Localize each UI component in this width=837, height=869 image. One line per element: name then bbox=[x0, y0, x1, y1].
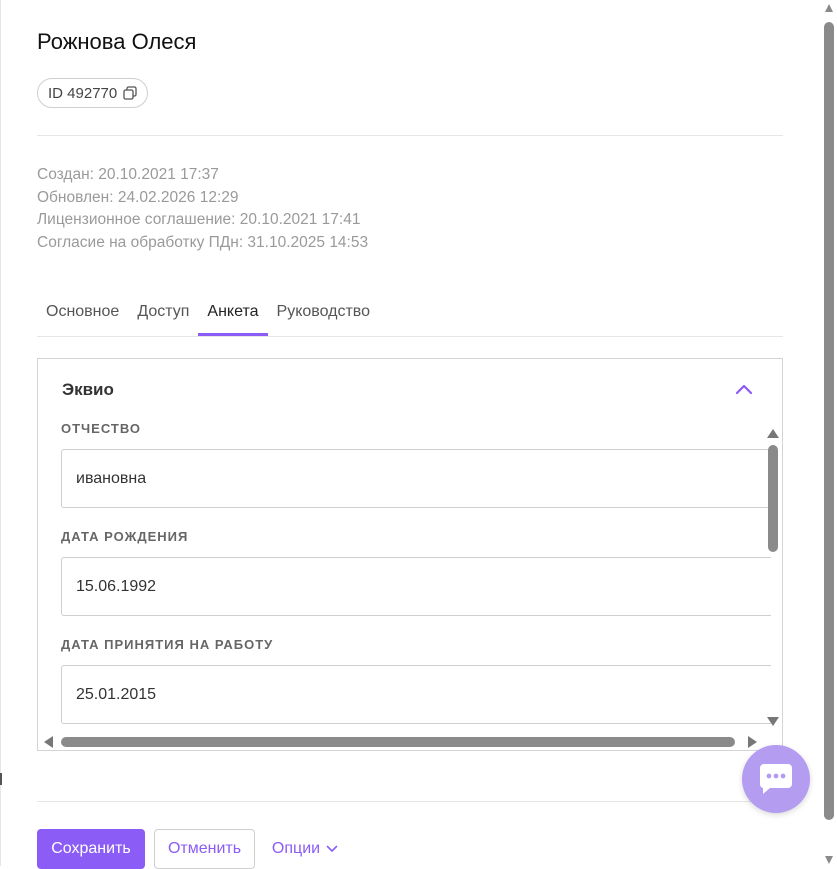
tab-bar: Основное Доступ Анкета Руководство bbox=[37, 294, 783, 337]
id-chip[interactable]: ID 492770 bbox=[37, 78, 149, 108]
field-label-hire-date: ДАТА ПРИНЯТИЯ НА РАБОТУ bbox=[61, 637, 274, 652]
questionnaire-panel: Эквио ОТЧЕСТВО ивановна ДАТА РОЖДЕНИЯ 15… bbox=[37, 358, 783, 751]
panel-scroll-up[interactable] bbox=[767, 429, 779, 438]
tab-main[interactable]: Основное bbox=[37, 294, 128, 335]
panel-vertical-scrollbar[interactable] bbox=[768, 445, 778, 552]
options-button[interactable]: Опции bbox=[265, 829, 345, 869]
tab-questionnaire[interactable]: Анкета bbox=[198, 294, 268, 336]
copy-icon[interactable] bbox=[123, 86, 137, 100]
patronymic-field[interactable]: ивановна bbox=[61, 449, 771, 508]
options-label: Опции bbox=[271, 840, 321, 857]
left-edge-marker bbox=[0, 773, 2, 785]
page-border bbox=[0, 0, 1, 866]
panel-title: Эквио bbox=[62, 380, 114, 399]
id-label: ID 492770 bbox=[48, 84, 118, 102]
meta-info: Создан: 20.10.2021 17:37 Обновлен: 24.02… bbox=[37, 164, 368, 254]
field-label-patronymic: ОТЧЕСТВО bbox=[61, 421, 142, 436]
page-title: Рожнова Олеся bbox=[37, 29, 197, 54]
meta-consent: Согласие на обработку ПДн: 31.10.2025 14… bbox=[37, 233, 369, 251]
hire-date-field[interactable]: 25.01.2015 bbox=[61, 665, 771, 724]
tab-management[interactable]: Руководство bbox=[268, 294, 380, 335]
panel-scroll-left[interactable] bbox=[44, 736, 53, 748]
header-divider bbox=[37, 135, 783, 136]
panel-horizontal-scrollbar[interactable] bbox=[61, 737, 735, 747]
panel-scroll-right[interactable] bbox=[748, 736, 757, 748]
meta-updated: Обновлен: 24.02.2026 12:29 bbox=[37, 188, 239, 206]
chat-icon bbox=[759, 764, 792, 794]
page-scroll-down[interactable] bbox=[825, 856, 833, 864]
cancel-button[interactable]: Отменить bbox=[154, 829, 255, 869]
chevron-down-icon bbox=[326, 845, 338, 852]
tab-access[interactable]: Доступ bbox=[128, 294, 198, 335]
page-scroll-up[interactable] bbox=[825, 4, 833, 12]
panel-scroll-down[interactable] bbox=[767, 717, 779, 726]
meta-license: Лицензионное соглашение: 20.10.2021 17:4… bbox=[37, 211, 361, 228]
chevron-up-icon[interactable] bbox=[735, 383, 753, 395]
footer-divider bbox=[37, 801, 783, 802]
chat-button[interactable] bbox=[742, 745, 810, 813]
page-scrollbar[interactable] bbox=[821, 0, 837, 866]
save-button[interactable]: Сохранить bbox=[37, 829, 145, 869]
meta-created: Создан: 20.10.2021 17:37 bbox=[37, 166, 219, 183]
birthdate-field[interactable]: 15.06.1992 bbox=[61, 557, 771, 616]
field-label-birthdate: ДАТА РОЖДЕНИЯ bbox=[61, 529, 189, 544]
page-scroll-thumb[interactable] bbox=[824, 22, 834, 820]
